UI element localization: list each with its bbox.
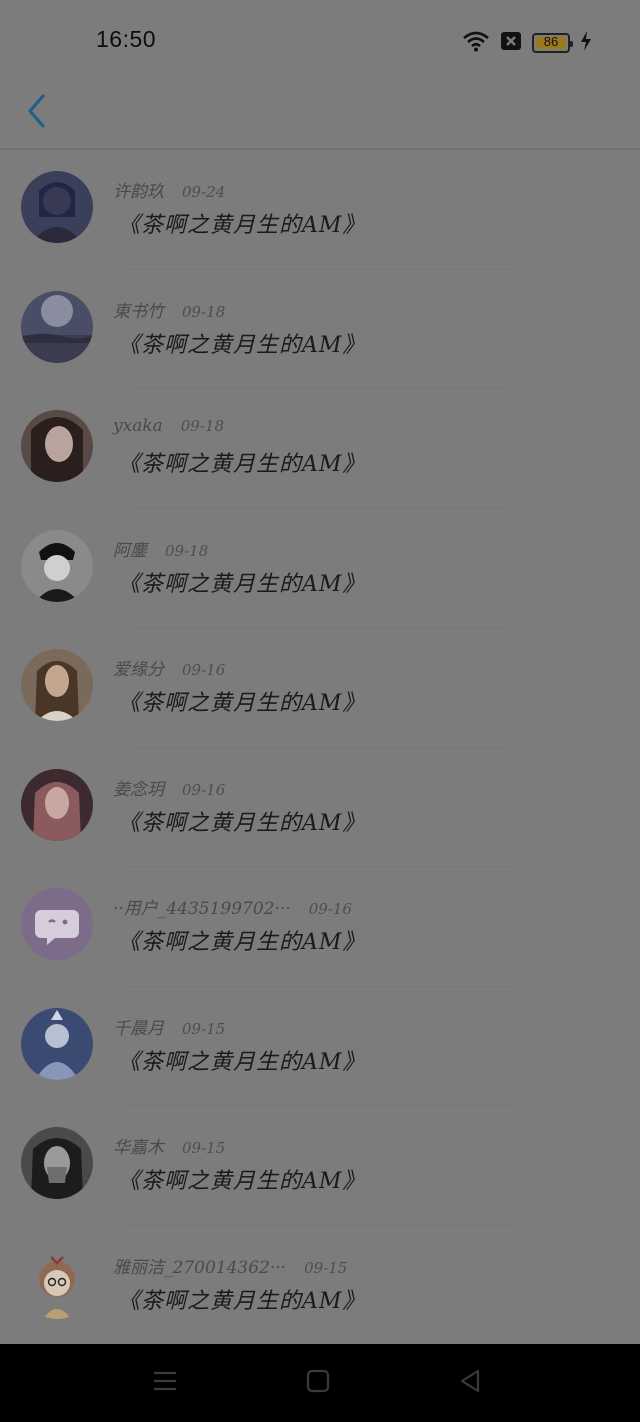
- home-icon: [306, 1369, 330, 1397]
- avatar: [21, 1127, 93, 1199]
- user-name: yxaka: [113, 416, 163, 436]
- user-name: 许韵玖: [113, 182, 164, 202]
- avatar: [21, 171, 93, 243]
- entry-meta: 姜念玥 09-16: [113, 775, 225, 800]
- avatar: [21, 1007, 93, 1080]
- battery-icon: 86: [532, 33, 573, 53]
- entry-date: 09-15: [182, 1139, 226, 1157]
- entry-title: 《茶啊之黄月生的AM》: [118, 213, 366, 238]
- list-item[interactable]: 姜念玥 09-16 《茶啊之黄月生的AM》: [0, 748, 640, 867]
- entry-meta: ··用户_4435199702··· 09-16: [113, 894, 352, 919]
- user-name: 雅丽洁_270014362···: [113, 1257, 287, 1278]
- avatar: [21, 290, 93, 363]
- entry-meta: 千晨月 09-15: [113, 1014, 225, 1039]
- signal-off-icon: [500, 31, 522, 55]
- list-item[interactable]: 千晨月 09-15 《茶啊之黄月生的AM》: [0, 987, 640, 1106]
- entry-date: 09-24: [182, 183, 226, 201]
- user-name: ··用户_4435199702···: [113, 899, 291, 919]
- wifi-icon: [462, 30, 490, 56]
- entry-meta: 雅丽洁_270014362··· 09-15: [113, 1253, 347, 1278]
- menu-icon: [152, 1369, 178, 1397]
- entry-date: 09-15: [304, 1258, 348, 1277]
- entry-date: 09-16: [308, 900, 352, 918]
- avatar: [21, 1246, 93, 1319]
- entry-date: 09-16: [182, 780, 226, 799]
- chevron-left-icon: [25, 93, 47, 133]
- entry-meta: 华嘉木 09-15: [113, 1133, 225, 1158]
- charging-icon: [580, 30, 592, 56]
- entry-meta: 阿鏖 09-18: [113, 536, 208, 561]
- list-item[interactable]: 华嘉木 09-15 《茶啊之黄月生的AM》: [0, 1106, 640, 1226]
- back-triangle-icon: [458, 1368, 482, 1398]
- entry-title: 《茶啊之黄月生的AM》: [118, 810, 366, 836]
- avatar: [21, 649, 93, 721]
- status-bar: 16:50 86: [0, 0, 640, 80]
- entry-title: 《茶啊之黄月生的AM》: [118, 691, 366, 716]
- avatar: [21, 768, 93, 841]
- entry-meta: 東书竹 09-18: [113, 297, 225, 322]
- entry-date: 09-15: [182, 1019, 226, 1038]
- list-item[interactable]: yxaka 09-18 《茶啊之黄月生的AM》: [0, 389, 640, 509]
- battery-level: 86: [543, 34, 559, 49]
- entry-date: 09-18: [180, 417, 225, 435]
- entry-title: 《茶啊之黄月生的AM》: [118, 332, 366, 358]
- list-item[interactable]: 爱缘分 09-16 《茶啊之黄月生的AM》: [0, 628, 640, 748]
- user-name: 千晨月: [113, 1018, 164, 1039]
- user-name: 华嘉木: [113, 1138, 164, 1158]
- list-item[interactable]: 阿鏖 09-18 《茶啊之黄月生的AM》: [0, 509, 640, 628]
- user-list: 许韵玖 09-24 《茶啊之黄月生的AM》 東书竹 09-18 《茶啊之黄月生的AM…: [0, 150, 640, 1345]
- entry-title: 《茶啊之黄月生的AM》: [118, 571, 366, 597]
- battery-tip: [570, 41, 573, 47]
- entry-title: 《茶啊之黄月生的AM》: [118, 1169, 366, 1194]
- user-name: 姜念玥: [113, 779, 164, 800]
- menu-button[interactable]: [145, 1368, 185, 1398]
- status-time: 16:50: [96, 26, 157, 52]
- entry-date: 09-18: [165, 541, 209, 560]
- entry-date: 09-18: [182, 302, 226, 321]
- system-nav-bar: [0, 1344, 640, 1422]
- entry-meta: 许韵玖 09-24: [113, 177, 225, 202]
- list-item[interactable]: ··用户_4435199702··· 09-16 《茶啊之黄月生的AM》: [0, 867, 640, 987]
- avatar: [21, 410, 93, 482]
- entry-title: 《茶啊之黄月生的AM》: [118, 1288, 366, 1314]
- entry-title: 《茶啊之黄月生的AM》: [118, 452, 366, 477]
- entry-date: 09-16: [182, 661, 226, 679]
- avatar: [21, 529, 93, 602]
- user-name: 阿鏖: [113, 540, 147, 561]
- entry-meta: yxaka 09-18: [113, 416, 224, 436]
- entry-title: 《茶啊之黄月生的AM》: [118, 930, 366, 955]
- back-button[interactable]: [14, 88, 58, 138]
- avatar: [21, 888, 93, 960]
- entry-meta: 爱缘分 09-16: [113, 655, 225, 680]
- entry-title: 《茶啊之黄月生的AM》: [118, 1049, 366, 1075]
- user-name: 爱缘分: [113, 660, 164, 680]
- nav-back-button[interactable]: [450, 1368, 490, 1398]
- list-item[interactable]: 许韵玖 09-24 《茶啊之黄月生的AM》: [0, 150, 640, 270]
- list-item[interactable]: 雅丽洁_270014362··· 09-15 《茶啊之黄月生的AM》: [0, 1226, 640, 1346]
- list-item[interactable]: 東书竹 09-18 《茶啊之黄月生的AM》: [0, 270, 640, 389]
- home-button[interactable]: [298, 1368, 338, 1398]
- status-icons: 86: [462, 30, 592, 56]
- user-name: 東书竹: [113, 301, 164, 322]
- top-header: [0, 80, 640, 150]
